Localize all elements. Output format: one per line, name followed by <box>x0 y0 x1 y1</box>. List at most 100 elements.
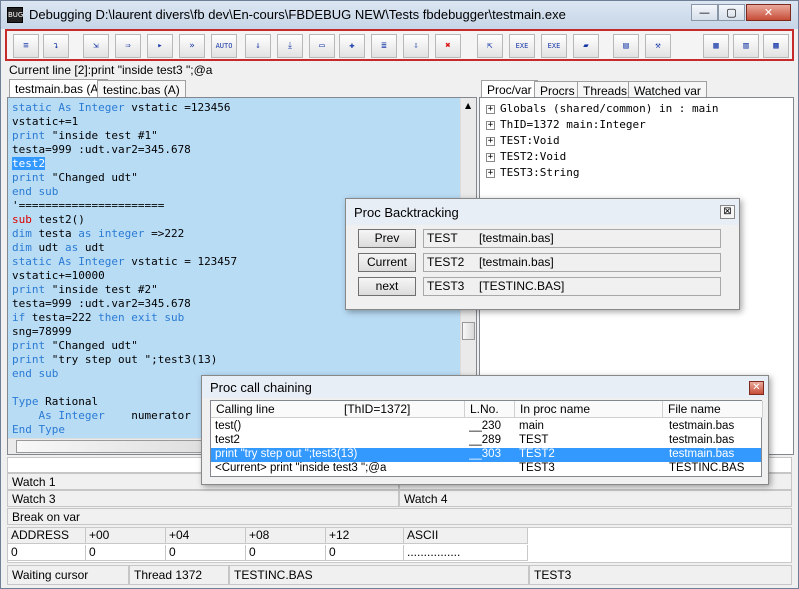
scrollbar-thumb[interactable] <box>462 322 475 340</box>
memory-header-cell: +08 <box>246 528 326 544</box>
tab-proc-var[interactable]: Proc/var <box>481 80 538 98</box>
memory-value-cell[interactable]: 0 <box>246 545 326 561</box>
tree-item[interactable]: + ThID=1372 main:Integer <box>486 118 646 131</box>
maximize-button[interactable]: ▢ <box>718 4 745 21</box>
code-token: vstatic =123456 <box>124 101 231 114</box>
chain-column-header[interactable]: File name <box>663 401 763 418</box>
notes-button[interactable]: ▤ <box>613 34 639 58</box>
chain-row[interactable]: test2 __289 TEST testmain.bas <box>211 434 761 448</box>
step-button[interactable]: ≡ <box>13 34 39 58</box>
memory-header-cell: +12 <box>326 528 404 544</box>
expand-plus-icon[interactable]: + <box>486 120 495 130</box>
tree-item-label: TEST:Void <box>500 134 560 147</box>
run-icon: ⇓ <box>255 41 261 51</box>
tree-item-label: TEST2:Void <box>500 150 567 163</box>
code-token: "try step out ";test3(13) <box>45 353 218 366</box>
backtrack-current-button[interactable]: Current <box>358 253 416 272</box>
step-icon: ≡ <box>23 41 29 51</box>
status-thread: Thread 1372 <box>129 565 229 585</box>
chain-row[interactable]: test() __230 main testmain.bas <box>211 420 761 434</box>
window-title: Debugging D:\laurent divers\fb dev\En-co… <box>29 7 566 22</box>
minimize-button[interactable]: — <box>691 4 718 21</box>
backtracking-title: Proc Backtracking <box>346 199 739 225</box>
backtrack-next-button[interactable]: next <box>358 277 416 296</box>
close-button[interactable]: ✕ <box>746 4 791 21</box>
backtrack-prev-button[interactable]: Prev <box>358 229 416 248</box>
down-list-button[interactable]: ⇩ <box>403 34 429 58</box>
memory-value-cell[interactable]: 0 <box>86 545 166 561</box>
exe-button[interactable]: EXE <box>541 34 567 58</box>
chain-column-header[interactable]: [ThID=1372] <box>339 401 465 418</box>
expand-plus-icon[interactable]: + <box>486 104 495 114</box>
memory-value-cell[interactable]: 0 <box>8 545 86 561</box>
code-token: end sub <box>12 185 59 198</box>
scroll-up-icon[interactable]: ▲ <box>465 101 471 110</box>
tab-testinc[interactable]: testinc.bas (A) <box>97 80 186 98</box>
view-1-button[interactable]: ▦ <box>703 34 729 58</box>
code-token: '====================== <box>12 199 165 212</box>
fast-run-button[interactable]: » <box>179 34 205 58</box>
memory-value-cell[interactable]: ................ <box>404 545 528 561</box>
call-chain-list: Calling line [ThID=1372] L.No. In proc name… <box>210 400 763 477</box>
backtrack-proc-field: TEST3 [TESTINC.BAS] <box>423 277 721 296</box>
breakpoint-icon: ✚ <box>349 41 355 51</box>
view-2-button[interactable]: ▥ <box>733 34 759 58</box>
view-icon: ▥ <box>743 41 749 51</box>
chain-column-header[interactable]: L.No. <box>465 401 515 418</box>
backtrack-proc-field: TEST [testmain.bas] <box>423 229 721 248</box>
window-button[interactable]: ▭ <box>309 34 335 58</box>
step-over-icon: ↴ <box>53 41 59 51</box>
expand-plus-icon[interactable]: + <box>486 136 495 146</box>
view-3-button[interactable]: ▩ <box>763 34 789 58</box>
tab-testmain[interactable]: testmain.bas (A) <box>9 79 109 97</box>
backtracking-close-icon[interactable]: ⊠ <box>720 205 735 219</box>
step-over-button[interactable]: ↴ <box>43 34 69 58</box>
memory-value-cell[interactable]: 0 <box>166 545 246 561</box>
chain-column-header[interactable]: In proc name <box>515 401 663 418</box>
tree-item[interactable]: + TEST3:String <box>486 166 579 179</box>
backtrack-file-name: [testmain.bas] <box>479 231 554 245</box>
backtrack-file-name: [testmain.bas] <box>479 255 554 269</box>
expand-plus-icon[interactable]: + <box>486 152 495 162</box>
expand-plus-icon[interactable]: + <box>486 168 495 178</box>
tree-item[interactable]: + TEST2:Void <box>486 150 566 163</box>
chain-column-header[interactable]: Calling line <box>211 401 339 418</box>
step-out-icon: ⇲ <box>93 41 99 51</box>
chain-row[interactable]: print "try step out ";test3(13) __303 TEST… <box>211 448 761 462</box>
code-line: testa=999 :udt.var2=345.678 <box>12 143 460 157</box>
breakpoint-button[interactable]: ✚ <box>339 34 365 58</box>
tree-item[interactable]: + Globals (shared/common) in : main <box>486 102 719 115</box>
chain-row[interactable]: <Current> print "inside test3 ";@a TEST3 T… <box>211 462 761 476</box>
tree-item[interactable]: + TEST:Void <box>486 134 560 147</box>
chaining-title: Proc call chaining <box>202 376 768 398</box>
tools-button[interactable]: ⚒ <box>645 34 671 58</box>
restart-icon: ⇱ <box>487 41 493 51</box>
break-list-button[interactable]: ≣ <box>371 34 397 58</box>
break-on-var[interactable]: Break on var <box>7 508 792 525</box>
code-token: testa=222 <box>25 311 99 324</box>
memory-value-cell[interactable]: 0 <box>326 545 404 561</box>
backtrack-file-name: [TESTINC.BAS] <box>479 279 565 293</box>
run-end-button[interactable]: ⤓ <box>277 34 303 58</box>
restart-button[interactable]: ⇱ <box>477 34 503 58</box>
watch-3[interactable]: Watch 3 <box>7 490 399 507</box>
exe-list-button[interactable]: EXE <box>509 34 535 58</box>
exe-icon: EXE <box>547 42 561 50</box>
chaining-close-icon[interactable]: ✕ <box>749 381 764 395</box>
step-in-icon: ⇒ <box>125 41 131 51</box>
kill-button[interactable]: ✖ <box>435 34 461 58</box>
step-in-button[interactable]: ⇒ <box>115 34 141 58</box>
chain-cell-proc: TEST2 <box>519 448 555 460</box>
code-token: sng=78999 <box>12 325 72 338</box>
code-token: numerator <box>104 409 191 422</box>
watch-4[interactable]: Watch 4 <box>399 490 792 507</box>
code-token: End Type <box>12 423 65 436</box>
auto-button[interactable]: AUTO <box>211 34 237 58</box>
code-line: end sub <box>12 185 460 199</box>
code-token: Type <box>12 395 39 408</box>
run-to-cursor-button[interactable]: ▸ <box>147 34 173 58</box>
step-out-button[interactable]: ⇲ <box>83 34 109 58</box>
open-button[interactable]: ▰ <box>573 34 599 58</box>
code-line: print "Changed udt" <box>12 171 460 185</box>
run-button[interactable]: ⇓ <box>245 34 271 58</box>
